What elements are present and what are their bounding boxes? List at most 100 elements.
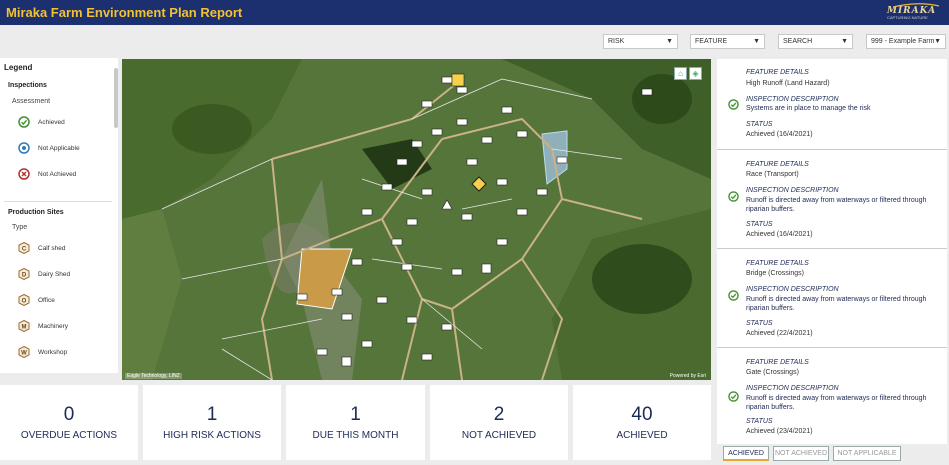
inspection-description-label: INSPECTION DESCRIPTION bbox=[746, 286, 839, 293]
stat-value: 0 bbox=[63, 404, 75, 425]
legend-label: Machinery bbox=[38, 323, 68, 330]
inspection-card[interactable]: FEATURE DETAILS Bridge (Crossings) INSPE… bbox=[717, 250, 947, 348]
inspection-card[interactable]: FEATURE DETAILS High Runoff (Land Hazard… bbox=[717, 59, 947, 150]
inspection-description-value: Systems are in place to manage the risk bbox=[746, 105, 871, 112]
inspection-description-value: Runoff is directed away from waterways o… bbox=[746, 296, 927, 312]
home-icon[interactable]: ⌂ bbox=[674, 67, 687, 80]
legend-label: Not Applicable bbox=[38, 145, 80, 152]
legend-scrollbar[interactable] bbox=[114, 68, 118, 128]
layers-icon[interactable]: ◈ bbox=[689, 67, 702, 80]
stat-overdue-actions: 0 OVERDUE ACTIONS bbox=[0, 385, 138, 460]
feature-details-value: Race (Transport) bbox=[746, 171, 799, 178]
status-value: Achieved (16/4/2021) bbox=[746, 131, 813, 138]
assessment-subheading: Assessment bbox=[12, 98, 51, 105]
not-applicable-icon bbox=[18, 142, 30, 154]
legend-divider bbox=[4, 201, 112, 202]
feature-details-value: Bridge (Crossings) bbox=[746, 270, 804, 277]
dairy-shed-icon: D bbox=[18, 268, 30, 280]
feature-details-value: High Runoff (Land Hazard) bbox=[746, 80, 830, 87]
feature-details-value: Gate (Crossings) bbox=[746, 369, 799, 376]
tab-not-achieved[interactable]: NOT ACHIEVED bbox=[773, 446, 829, 461]
chevron-down-icon: ▼ bbox=[753, 38, 760, 45]
feature-details-label: FEATURE DETAILS bbox=[746, 260, 809, 267]
legend-panel: Legend Inspections Assessment Achieved N… bbox=[0, 58, 118, 373]
achieved-icon bbox=[18, 116, 30, 128]
miraka-logo: MIRAKA CAPTURING NATURE bbox=[883, 3, 941, 22]
legend-label: Office bbox=[38, 297, 55, 304]
legend-label: Dairy Shed bbox=[38, 271, 71, 278]
stat-label: NOT ACHIEVED bbox=[461, 430, 537, 441]
tab-achieved[interactable]: ACHIEVED bbox=[723, 446, 769, 461]
legend-title: Legend bbox=[4, 63, 33, 72]
search-dropdown-label: SEARCH bbox=[783, 38, 813, 45]
stat-label: ACHIEVED bbox=[616, 430, 668, 441]
stat-value: 2 bbox=[493, 404, 505, 425]
feature-dropdown[interactable]: FEATURE ▼ bbox=[690, 34, 765, 49]
chevron-down-icon: ▼ bbox=[841, 38, 848, 45]
inspection-card[interactable]: FEATURE DETAILS Gate (Crossings) INSPECT… bbox=[717, 349, 947, 444]
inspection-description-value: Runoff is directed away from waterways o… bbox=[746, 197, 927, 213]
tab-not-applicable[interactable]: NOT APPLICABLE bbox=[833, 446, 901, 461]
app-header: Miraka Farm Environment Plan Report MIRA… bbox=[0, 0, 949, 25]
stat-value: 1 bbox=[206, 404, 218, 425]
farm-dropdown-label: 999 - Example Farm bbox=[871, 38, 935, 45]
inspections-heading: Inspections bbox=[8, 82, 47, 89]
inspection-card[interactable]: FEATURE DETAILS Race (Transport) INSPECT… bbox=[717, 151, 947, 249]
stat-not-achieved: 2 NOT ACHIEVED bbox=[430, 385, 568, 460]
office-icon: O bbox=[18, 294, 30, 306]
stat-label: HIGH RISK ACTIONS bbox=[163, 430, 261, 441]
legend-label: Not Achieved bbox=[38, 171, 77, 178]
inspection-description-label: INSPECTION DESCRIPTION bbox=[746, 385, 839, 392]
status-value: Achieved (22/4/2021) bbox=[746, 330, 813, 337]
status-label: STATUS bbox=[746, 418, 773, 425]
status-value: Achieved (16/4/2021) bbox=[746, 231, 813, 238]
inspection-description-label: INSPECTION DESCRIPTION bbox=[746, 187, 839, 194]
farm-map[interactable]: ⌂ ◈ Eagle Technology, LINZ Powered by Es… bbox=[122, 59, 711, 380]
search-dropdown[interactable]: SEARCH ▼ bbox=[778, 34, 853, 49]
stat-value: 40 bbox=[631, 404, 653, 425]
not-achieved-icon bbox=[18, 168, 30, 180]
inspection-description-value: Runoff is directed away from waterways o… bbox=[746, 395, 927, 411]
achieved-icon bbox=[728, 391, 739, 402]
esri-credit[interactable]: Powered by Esri bbox=[668, 373, 708, 379]
achieved-icon bbox=[728, 290, 739, 301]
feature-details-label: FEATURE DETAILS bbox=[746, 69, 809, 76]
inspection-description-label: INSPECTION DESCRIPTION bbox=[746, 96, 839, 103]
site-icon-letter: O bbox=[22, 299, 27, 305]
production-sites-heading: Production Sites bbox=[8, 209, 64, 216]
site-icon-letter: C bbox=[22, 247, 27, 253]
stat-high-risk-actions: 1 HIGH RISK ACTIONS bbox=[143, 385, 281, 460]
status-value: Achieved (23/4/2021) bbox=[746, 428, 813, 435]
calf-shed-icon: C bbox=[18, 242, 30, 254]
status-label: STATUS bbox=[746, 221, 773, 228]
stat-due-this-month: 1 DUE THIS MONTH bbox=[286, 385, 425, 460]
farm-dropdown[interactable]: 999 - Example Farm ▼ bbox=[866, 34, 946, 49]
status-label: STATUS bbox=[746, 121, 773, 128]
chevron-down-icon: ▼ bbox=[934, 38, 941, 45]
machinery-icon: M bbox=[18, 320, 30, 332]
chevron-down-icon: ▼ bbox=[666, 38, 673, 45]
stat-label: DUE THIS MONTH bbox=[312, 430, 399, 441]
type-subheading: Type bbox=[12, 224, 28, 231]
feature-details-label: FEATURE DETAILS bbox=[746, 359, 809, 366]
legend-label: Workshop bbox=[38, 349, 68, 356]
feature-dropdown-label: FEATURE bbox=[695, 38, 728, 45]
inspection-panel: FEATURE DETAILS High Runoff (Land Hazard… bbox=[717, 59, 947, 444]
achieved-icon bbox=[728, 191, 739, 202]
app-title: Miraka Farm Environment Plan Report bbox=[6, 5, 243, 20]
site-icon-letter: M bbox=[22, 325, 27, 331]
stat-achieved: 40 ACHIEVED bbox=[573, 385, 711, 460]
risk-dropdown[interactable]: RISK ▼ bbox=[603, 34, 678, 49]
site-icon-letter: D bbox=[22, 273, 27, 279]
legend-label: Achieved bbox=[38, 119, 65, 126]
stat-value: 1 bbox=[350, 404, 361, 425]
map-attribution: Eagle Technology, LINZ bbox=[125, 373, 182, 379]
site-icon-letter: W bbox=[21, 351, 27, 357]
stat-label: OVERDUE ACTIONS bbox=[20, 430, 118, 441]
risk-dropdown-label: RISK bbox=[608, 38, 625, 45]
satellite-imagery bbox=[122, 59, 711, 380]
feature-details-label: FEATURE DETAILS bbox=[746, 161, 809, 168]
legend-label: Calf shed bbox=[38, 245, 66, 252]
achieved-icon bbox=[728, 99, 739, 110]
workshop-icon: W bbox=[18, 346, 30, 358]
